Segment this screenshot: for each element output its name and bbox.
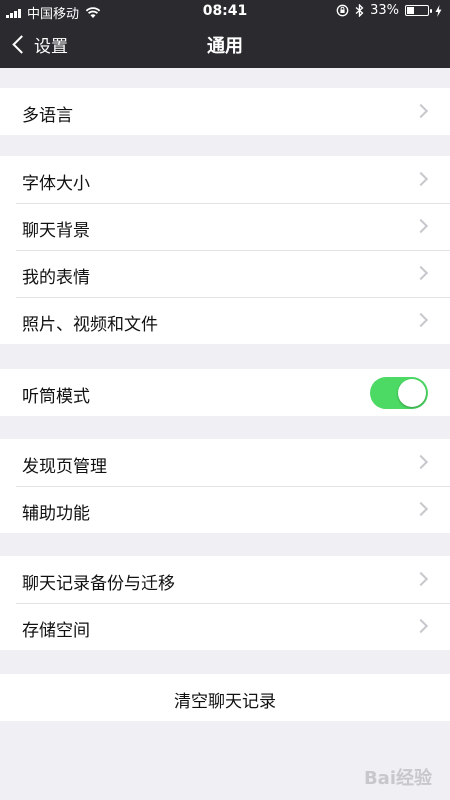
row-label: 听筒模式	[22, 387, 90, 407]
nav-bar: 设置 通用	[0, 22, 450, 68]
group-clear-history: 清空聊天记录	[0, 674, 450, 721]
chevron-right-icon	[413, 103, 429, 119]
row-label: 聊天背景	[22, 221, 90, 241]
row-label: 清空聊天记录	[174, 692, 276, 712]
row-receiver-mode: 听筒模式	[0, 369, 450, 416]
chevron-right-icon	[413, 265, 429, 281]
row-photos-videos-files[interactable]: 照片、视频和文件	[0, 297, 450, 344]
chevron-right-icon	[413, 312, 429, 328]
bluetooth-icon	[355, 4, 364, 17]
status-bar: 中国移动 08:41 33%	[0, 0, 450, 22]
clear-chat-history-button[interactable]: 清空聊天记录	[0, 674, 450, 721]
row-label: 聊天记录备份与迁移	[22, 574, 175, 594]
row-label: 辅助功能	[22, 504, 90, 524]
row-label: 发现页管理	[22, 457, 107, 477]
row-chat-background[interactable]: 聊天背景	[0, 203, 450, 250]
row-label: 多语言	[22, 106, 73, 126]
chevron-right-icon	[413, 218, 429, 234]
row-accessibility[interactable]: 辅助功能	[0, 486, 450, 533]
row-label: 存储空间	[22, 621, 90, 641]
group-storage: 聊天记录备份与迁移 存储空间	[0, 556, 450, 650]
row-language[interactable]: 多语言	[0, 88, 450, 135]
group-language: 多语言	[0, 88, 450, 135]
chevron-right-icon	[413, 571, 429, 587]
watermark-text: Bai经验	[363, 768, 432, 789]
row-label: 照片、视频和文件	[22, 315, 158, 335]
toggle-knob	[398, 379, 426, 407]
row-font-size[interactable]: 字体大小	[0, 156, 450, 203]
battery-percent: 33%	[370, 3, 399, 18]
chevron-right-icon	[413, 454, 429, 470]
receiver-mode-toggle[interactable]	[370, 377, 428, 409]
row-label: 字体大小	[22, 174, 90, 194]
top-bar: 中国移动 08:41 33% 设置 通用	[0, 0, 450, 68]
row-chat-backup-migration[interactable]: 聊天记录备份与迁移	[0, 556, 450, 603]
chevron-right-icon	[413, 618, 429, 634]
chevron-right-icon	[413, 501, 429, 517]
lock-rotation-icon	[336, 4, 349, 17]
battery-level	[407, 7, 414, 14]
group-receiver-mode: 听筒模式	[0, 369, 450, 416]
group-discover: 发现页管理 辅助功能	[0, 439, 450, 533]
row-discover-management[interactable]: 发现页管理	[0, 439, 450, 486]
status-right: 33%	[336, 3, 442, 18]
chevron-right-icon	[413, 171, 429, 187]
group-display: 字体大小 聊天背景 我的表情 照片、视频和文件	[0, 156, 450, 344]
page-title: 通用	[207, 36, 243, 57]
row-my-stickers[interactable]: 我的表情	[0, 250, 450, 297]
row-label: 我的表情	[22, 268, 90, 288]
row-storage-space[interactable]: 存储空间	[0, 603, 450, 650]
battery-icon	[405, 5, 432, 16]
charging-icon	[435, 4, 442, 17]
